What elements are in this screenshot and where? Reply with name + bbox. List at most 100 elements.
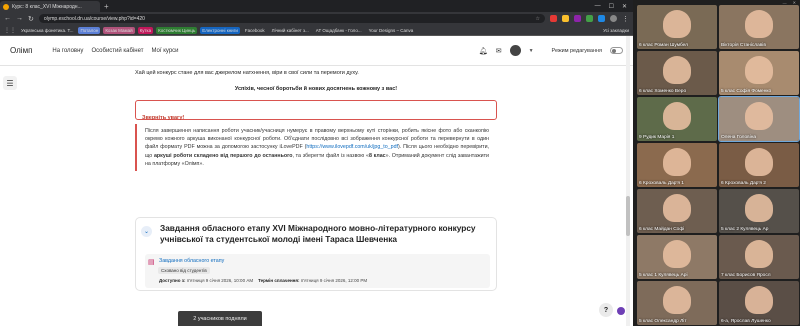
- moodle-favicon-icon: [3, 3, 9, 10]
- list-icon: ☰: [6, 78, 14, 88]
- messages-icon[interactable]: ✉︎: [496, 47, 502, 55]
- participant-tile[interactable]: 5 клас 1 Кулявець Арі: [637, 235, 717, 279]
- help-button[interactable]: ?: [599, 303, 613, 317]
- participant-name: 6-а, Ярослав Лушенко: [721, 319, 771, 324]
- notifications-icon[interactable]: 🔔︎: [479, 47, 488, 55]
- minimize-icon[interactable]: —: [595, 3, 601, 10]
- bookmark-item[interactable]: Поталон: [78, 26, 101, 34]
- profile-icon[interactable]: [610, 15, 617, 22]
- question-icon: ?: [603, 306, 609, 314]
- close-window-icon[interactable]: ✕: [793, 0, 796, 5]
- intro-text: Хай цей конкурс стане для вас джерелом н…: [135, 70, 359, 76]
- participant-tile[interactable]: 5 клас Софія Фоменко: [719, 51, 799, 95]
- new-tab-icon[interactable]: +: [104, 2, 109, 11]
- tab-bar: Курс: 8 клас_XVI Міжнародн... ✕ + — ☐ ✕: [0, 0, 633, 12]
- minimize-icon[interactable]: —: [783, 0, 787, 5]
- participant-video: [745, 240, 773, 268]
- extension-icon[interactable]: [550, 15, 557, 22]
- participant-name: 6 Кроховаль Дар'я 2: [721, 181, 766, 186]
- participant-name: 6 клас Хоменко Веро: [639, 89, 687, 94]
- accessibility-icon[interactable]: [617, 307, 625, 315]
- reload-icon[interactable]: ↻: [28, 15, 34, 23]
- nav-dashboard[interactable]: Особистий кабінет: [91, 48, 143, 54]
- section-collapse-button[interactable]: ⌄: [141, 226, 152, 237]
- extension-icon[interactable]: [598, 15, 605, 22]
- extension-icon[interactable]: [574, 15, 581, 22]
- bookmark-item[interactable]: AT Ощадбанк - Голо...: [314, 27, 364, 34]
- bookmark-item[interactable]: Кутка: [137, 26, 154, 34]
- participant-video: [745, 102, 773, 130]
- due-value: п'ятниця 9 січня 2026, 12:00 PM: [300, 278, 368, 283]
- url-input[interactable]: olymp.eschool.dn.ua/course/view.php?id=4…: [38, 14, 545, 23]
- participant-tile[interactable]: 5 клас Олександр Літ: [637, 281, 717, 325]
- menu-kebab-icon[interactable]: ⋮: [622, 15, 629, 23]
- back-icon[interactable]: ←: [4, 15, 11, 22]
- avatar[interactable]: [509, 45, 521, 56]
- all-bookmarks[interactable]: Усі закладки: [603, 28, 629, 33]
- bookmark-item[interactable]: Лічний кабінет з...: [270, 27, 311, 34]
- nav-my-courses[interactable]: Мої курси: [151, 48, 178, 54]
- participant-tile[interactable]: 6 клас Роман Шумбел: [637, 5, 717, 49]
- page-scrollbar[interactable]: [626, 36, 630, 326]
- participant-name: 5 клас 1 Кулявець Арі: [639, 273, 688, 278]
- browser-tab[interactable]: Курс: 8 клас_XVI Міжнародн... ✕: [0, 1, 100, 12]
- course-index-drawer-button[interactable]: ☰: [3, 76, 17, 90]
- instructions-notice: Після завершення написання роботи учасни…: [135, 124, 497, 172]
- edit-mode-toggle[interactable]: [610, 47, 623, 54]
- participant-tile[interactable]: Вікторія Станіславів: [719, 5, 799, 49]
- participant-tile[interactable]: Олена Головіна: [718, 96, 800, 142]
- scrollbar-thumb[interactable]: [626, 196, 630, 236]
- activity-dates: Доступно з: п'ятниця 9 січня 2026, 10:00…: [159, 278, 367, 283]
- participant-video: [745, 10, 773, 38]
- nav-home[interactable]: На головну: [52, 48, 83, 54]
- participant-video: [745, 148, 773, 176]
- course-content: Хай цей конкурс стане для вас джерелом н…: [135, 66, 497, 172]
- participant-name: 5 клас Софія Фоменко: [721, 89, 772, 94]
- site-navbar: Олімп На головну Особистий кабінет Мої к…: [0, 36, 633, 66]
- chevron-down-icon[interactable]: ▼: [529, 48, 534, 54]
- site-brand[interactable]: Олімп: [10, 46, 32, 55]
- apps-grid-icon[interactable]: ⋮⋮: [4, 27, 16, 34]
- bookmark-item[interactable]: Facebook: [243, 27, 267, 34]
- section-title: Завдання обласного етапу XVI Міжнародног…: [160, 223, 476, 244]
- activity-link[interactable]: Завдання обласного етапу: [159, 258, 224, 264]
- bookmark-item[interactable]: Костюмчик Цинць: [156, 26, 198, 34]
- alert-box: Зверніть увагу!: [135, 100, 497, 121]
- course-section-card: ⌄ Завдання обласного етапу XVI Міжнародн…: [135, 217, 497, 291]
- available-value: п'ятниця 9 січня 2026, 10:00 AM: [186, 278, 254, 283]
- participant-video: [663, 148, 691, 176]
- bookmark-item[interactable]: Українська фонетика. Т...: [19, 27, 75, 34]
- raised-hands-toast[interactable]: 2 учасников подняли: [178, 311, 262, 326]
- participant-video: [663, 10, 691, 38]
- participant-tile[interactable]: 7 клас Борисов Яросл: [719, 235, 799, 279]
- maximize-icon[interactable]: ☐: [609, 3, 614, 10]
- ilovepdf-link[interactable]: https://www.ilovepdf.com/uk/jpg_to_pdf: [306, 144, 398, 150]
- available-label: Доступно з:: [159, 278, 186, 283]
- close-window-icon[interactable]: ✕: [622, 3, 627, 10]
- notice-text: , та зберегти файл із назвою «: [292, 152, 369, 159]
- participant-tile[interactable]: 6 клас Хоменко Веро: [637, 51, 717, 95]
- url-text: olymp.eschool.dn.ua/course/view.php?id=4…: [43, 15, 145, 22]
- participant-video: [745, 286, 773, 314]
- hidden-badge: Сховано від студентів: [158, 267, 210, 274]
- browser-window: Курс: 8 клас_XVI Міжнародн... ✕ + — ☐ ✕ …: [0, 0, 633, 326]
- participant-video: [745, 56, 773, 84]
- extension-icon[interactable]: [562, 15, 569, 22]
- assignment-icon: ▤: [148, 259, 155, 266]
- participant-tile[interactable]: 9 Рудик Марія 1: [637, 97, 717, 141]
- participant-tile[interactable]: 6 клас Майдан Софі: [637, 189, 717, 233]
- participant-tile[interactable]: 5 клас 2 Кулявець Ар: [719, 189, 799, 233]
- bookmark-star-icon[interactable]: ☆: [536, 16, 540, 22]
- forward-icon[interactable]: →: [16, 15, 23, 22]
- bookmark-item[interactable]: Your Designs – Canva: [367, 27, 416, 34]
- participant-tile[interactable]: 6-а, Ярослав Лушенко: [719, 281, 799, 325]
- participant-tile[interactable]: 6 Кроховаль Дар'я 1: [637, 143, 717, 187]
- participant-name: 6 клас Роман Шумбел: [639, 43, 688, 48]
- bookmark-item[interactable]: Козак Мамай: [103, 26, 135, 34]
- due-label: Термін сплачення:: [258, 278, 300, 283]
- participant-name: Вікторія Станіславів: [721, 43, 766, 48]
- participant-tile[interactable]: 6 Кроховаль Дар'я 2: [719, 143, 799, 187]
- participant-name: 6 Кроховаль Дар'я 1: [639, 181, 684, 186]
- bookmark-item[interactable]: Електронні книги: [200, 26, 240, 34]
- extension-icon[interactable]: [586, 15, 593, 22]
